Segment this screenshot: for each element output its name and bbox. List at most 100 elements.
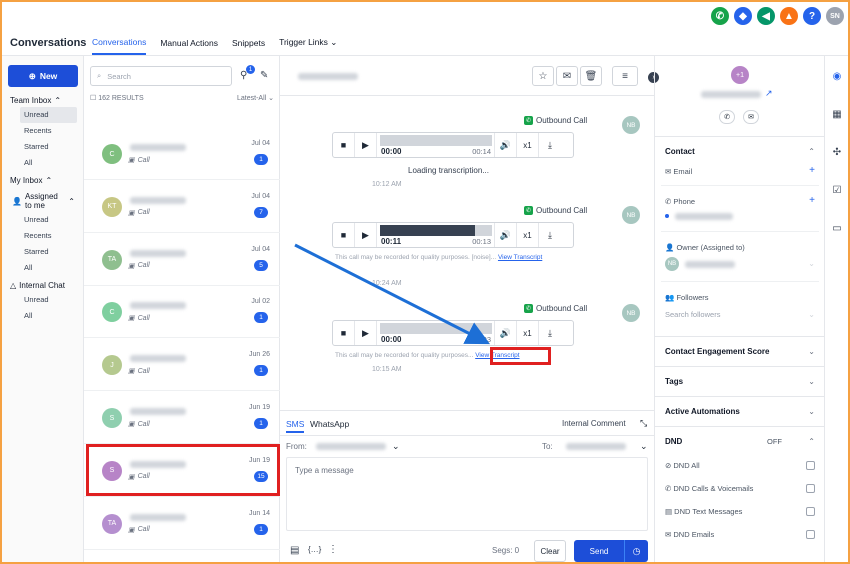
tab-snippets[interactable]: Snippets bbox=[232, 32, 265, 54]
nav-team-starred[interactable]: Starred bbox=[2, 139, 83, 155]
compose-icon[interactable]: ✎ bbox=[260, 70, 268, 81]
help-icon[interactable]: ? bbox=[803, 7, 821, 25]
tasks-icon[interactable]: ☑ bbox=[831, 184, 843, 196]
tab-conversations[interactable]: Conversations bbox=[92, 31, 147, 55]
chevron-down-icon[interactable]: ⌄ bbox=[808, 347, 815, 356]
engagement-section[interactable]: Contact Engagement Score ⌄ bbox=[655, 336, 825, 366]
opportunities-icon[interactable]: ✣ bbox=[831, 146, 843, 158]
nav-internal-all[interactable]: All bbox=[2, 308, 83, 324]
tab-sms[interactable]: SMS bbox=[286, 419, 305, 433]
audio-track[interactable]: 00:11 00:13 bbox=[377, 223, 495, 247]
owner-name-redacted[interactable] bbox=[685, 261, 735, 268]
notes-icon[interactable]: ▭ bbox=[831, 222, 843, 234]
phone-icon[interactable]: ✆ bbox=[711, 7, 729, 25]
expand-icon[interactable]: ⤡ bbox=[640, 418, 647, 429]
audio-track[interactable]: 00:00 00:03 bbox=[377, 321, 495, 345]
conversation-row[interactable]: KT ▣ Call Jul 04 7 bbox=[84, 181, 280, 233]
call-icon[interactable]: ✆ bbox=[719, 110, 735, 124]
stop-icon[interactable]: ■ bbox=[333, 133, 355, 157]
tags-section[interactable]: Tags ⌄ bbox=[655, 366, 825, 396]
chevron-up-icon[interactable]: ⌃ bbox=[808, 437, 815, 446]
star-icon[interactable]: ☆ bbox=[532, 66, 554, 86]
stop-icon[interactable]: ■ bbox=[333, 321, 355, 345]
chevron-down-icon[interactable]: ⌄ bbox=[808, 310, 815, 319]
attachment-icon[interactable]: ▤ bbox=[290, 545, 299, 556]
conversation-row[interactable]: S ▣ Call Jun 19 1 bbox=[84, 392, 280, 444]
nav-assigned-recents[interactable]: Recents bbox=[2, 228, 83, 244]
trash-icon[interactable]: 🗑 bbox=[580, 66, 602, 86]
filter-lines-icon[interactable]: ≡ bbox=[612, 66, 638, 86]
automations-section[interactable]: Active Automations ⌄ bbox=[655, 396, 825, 426]
tab-whatsapp[interactable]: WhatsApp bbox=[310, 419, 349, 429]
speed-button[interactable]: x1 bbox=[517, 133, 539, 157]
nav-team-recents[interactable]: Recents bbox=[2, 123, 83, 139]
download-icon[interactable]: ⤓ bbox=[539, 223, 561, 247]
external-link-icon[interactable]: ↗ bbox=[765, 88, 773, 99]
play-icon[interactable]: ▶ bbox=[355, 223, 377, 247]
duration: 00:03 bbox=[472, 335, 491, 344]
team-inbox-group[interactable]: Team Inbox ⌃ bbox=[2, 91, 83, 107]
mail-icon[interactable]: ✉ bbox=[743, 110, 759, 124]
chevron-down-icon[interactable]: ⌄ bbox=[640, 441, 648, 452]
volume-icon[interactable]: 🔊 bbox=[495, 321, 517, 345]
play-icon[interactable]: ▶ bbox=[355, 133, 377, 157]
conversation-row[interactable]: C ▣ Call Jul 02 1 bbox=[84, 286, 280, 339]
download-icon[interactable]: ⤓ bbox=[539, 133, 561, 157]
user-avatar[interactable]: SN bbox=[826, 7, 844, 25]
chevron-down-icon[interactable]: ⌄ bbox=[392, 441, 400, 452]
bell-icon[interactable]: ▲ bbox=[780, 7, 798, 25]
download-icon[interactable]: ⤓ bbox=[539, 321, 561, 345]
dnd-calls-checkbox[interactable] bbox=[806, 484, 815, 493]
volume-icon[interactable]: 🔊 bbox=[495, 223, 517, 247]
chevron-down-icon[interactable]: ⌄ bbox=[808, 407, 815, 416]
chevron-down-icon[interactable]: ⌄ bbox=[808, 377, 815, 386]
volume-icon[interactable]: 🔊 bbox=[495, 133, 517, 157]
conversation-row[interactable]: J ▣ Call Jun 26 1 bbox=[84, 339, 280, 392]
nav-team-all[interactable]: All bbox=[2, 155, 83, 171]
audio-track[interactable]: 00:00 00:14 bbox=[377, 133, 495, 157]
chevron-down-icon[interactable]: ⌄ bbox=[808, 259, 815, 268]
tab-manual-actions[interactable]: Manual Actions bbox=[160, 32, 218, 54]
add-email-icon[interactable]: + bbox=[809, 165, 815, 176]
view-transcript-link[interactable]: View Transcript bbox=[498, 254, 542, 261]
speed-button[interactable]: x1 bbox=[517, 223, 539, 247]
internal-chat-group[interactable]: △ Internal Chat bbox=[2, 276, 83, 292]
dnd-all-checkbox[interactable] bbox=[806, 461, 815, 470]
dnd-text-checkbox[interactable] bbox=[806, 507, 815, 516]
nav-assigned-unread[interactable]: Unread bbox=[2, 212, 83, 228]
stop-icon[interactable]: ■ bbox=[333, 223, 355, 247]
schedule-icon[interactable]: ◷ bbox=[624, 540, 648, 562]
add-phone-icon[interactable]: + bbox=[809, 195, 815, 206]
chevron-up-icon[interactable]: ⌃ bbox=[808, 147, 815, 156]
conversation-row[interactable]: C ▣ Call Jul 04 1 bbox=[84, 128, 280, 180]
search-input[interactable]: ⌕ Search bbox=[90, 66, 232, 86]
more-icon[interactable]: ⋮ bbox=[328, 544, 338, 555]
speed-button[interactable]: x1 bbox=[517, 321, 539, 345]
contact-icon[interactable]: ◉ bbox=[831, 70, 843, 82]
nav-internal-unread[interactable]: Unread bbox=[2, 292, 83, 308]
filter-icon[interactable]: ⚲ 1 bbox=[240, 65, 255, 81]
tag-icon[interactable]: ◆ bbox=[734, 7, 752, 25]
message-textarea[interactable]: Type a message bbox=[286, 457, 648, 531]
play-icon[interactable]: ▶ bbox=[355, 321, 377, 345]
megaphone-icon[interactable]: ◀ bbox=[757, 7, 775, 25]
internal-comment-toggle[interactable]: Internal Comment bbox=[562, 419, 626, 428]
nav-assigned-starred[interactable]: Starred bbox=[2, 244, 83, 260]
my-inbox-group[interactable]: My Inbox ⌃ bbox=[2, 171, 83, 187]
assigned-to-me-group[interactable]: 👤 Assigned to me ⌃ bbox=[2, 187, 83, 212]
select-all-checkbox[interactable]: ☐ 162 RESULTS bbox=[90, 94, 144, 102]
new-button[interactable]: ⊕ New bbox=[8, 65, 78, 87]
tab-trigger-links[interactable]: Trigger Links ⌄ bbox=[279, 31, 337, 54]
send-button[interactable]: Send bbox=[574, 540, 624, 562]
calendar-icon[interactable]: ▦ bbox=[831, 108, 843, 120]
code-icon[interactable]: {…} bbox=[308, 545, 321, 554]
sort-dropdown[interactable]: Latest-All ⌄ bbox=[237, 94, 274, 102]
nav-assigned-all[interactable]: All bbox=[2, 260, 83, 276]
conversation-row[interactable]: TA ▣ Call Jul 04 5 bbox=[84, 234, 280, 286]
followers-search-input[interactable]: Search followers bbox=[665, 310, 720, 319]
mail-open-icon[interactable]: ✉ bbox=[556, 66, 578, 86]
nav-team-unread[interactable]: Unread bbox=[20, 107, 77, 123]
clear-button[interactable]: Clear bbox=[534, 540, 566, 562]
conversation-row[interactable]: TA ▣ Call Jun 14 1 bbox=[84, 498, 280, 550]
dnd-email-checkbox[interactable] bbox=[806, 530, 815, 539]
